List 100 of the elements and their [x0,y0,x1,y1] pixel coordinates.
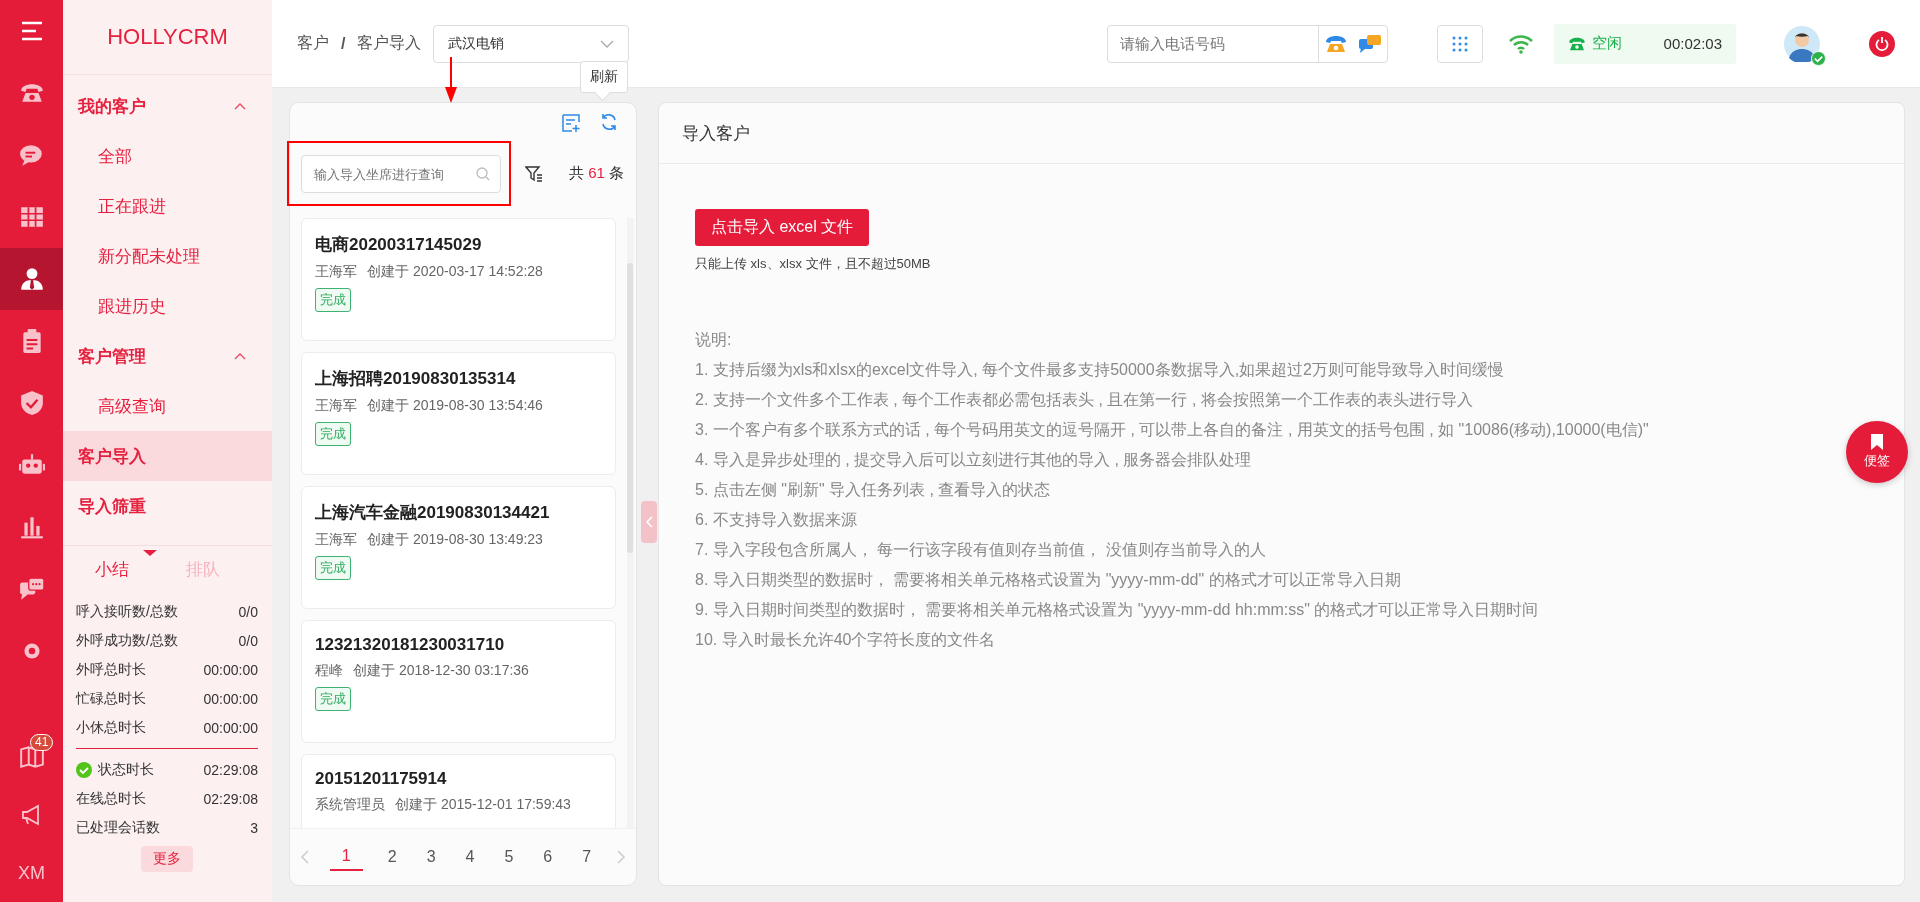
user-avatar[interactable] [1784,25,1820,62]
summary-tab[interactable]: 小结 [84,550,159,587]
task-title: 12321320181230031710 [315,635,505,655]
user-icon [18,266,45,292]
sticky-note-button[interactable]: 便签 [1846,421,1908,483]
phone-icon [1568,36,1586,51]
note-line: 7. 导入字段包含所属人， 每一行该字段有值则存当前值， 没值则存当前导入的人 [695,540,1266,560]
bookmark-icon [1870,434,1884,450]
next-page-icon[interactable] [616,850,627,864]
task-owner: 王海军 [315,531,357,549]
stat-value: 02:29:08 [203,761,258,778]
scrollbar-thumb[interactable] [627,263,633,553]
status-tag: 完成 [315,422,351,446]
task-owner: 系统管理员 [315,796,385,814]
status-label: 空闲 [1592,34,1622,53]
phone-input[interactable]: 请输入电话号码 [1108,25,1319,62]
task-created: 创建于 2020-03-17 14:52:28 [367,263,543,281]
page-number[interactable]: 1 [329,843,363,871]
menu-item[interactable]: 跟进历史 [63,281,272,331]
agent-status[interactable]: 空闲 00:02:03 [1554,23,1736,64]
menu-item[interactable]: 全部 [63,131,272,181]
page-number[interactable]: 5 [499,844,519,870]
task-created: 创建于 2015-12-01 17:59:43 [395,796,571,814]
bar-chart-icon [18,514,45,540]
import-task-card[interactable]: 上海招聘20190830135314 王海军 创建于 2019-08-30 13:54:46 完成 [301,352,616,475]
stat-value: 02:29:08 [203,790,258,807]
page-number[interactable]: 6 [538,844,558,870]
menu-icon [19,21,44,41]
dialpad-button[interactable] [1437,24,1483,63]
dialpad-icon [1452,35,1468,52]
more-button[interactable]: 更多 [141,846,193,872]
add-list-icon[interactable] [562,113,582,133]
menu-item[interactable]: 高级查询 [63,381,272,431]
task-title: 20151201175914 [315,769,447,789]
stat-value: 00:00:00 [203,690,258,707]
note-line: 10. 导入时最长允许40个字符长度的文件名 [695,630,996,650]
upload-hint: 只能上传 xls、xlsx 文件，且不超过50MB [695,255,931,273]
page-number[interactable]: 3 [421,844,441,870]
stat-value: 3 [250,819,258,836]
task-created: 创建于 2019-08-30 13:54:46 [367,397,543,415]
status-tag: 完成 [315,288,351,312]
active-indicator-icon [142,550,157,556]
power-icon [1875,36,1889,51]
note-line: 5. 点击左侧 "刷新" 导入任务列表 , 查看导入的状态 [695,480,1051,500]
phone-field[interactable]: 请输入电话号码 [1107,24,1388,63]
status-tag: 完成 [315,687,351,711]
breadcrumb-item[interactable]: 客户 [297,33,329,54]
menu-item[interactable]: 导入筛重 [63,481,272,531]
menu-item[interactable]: 新分配未处理 [63,231,272,281]
search-field[interactable]: 输入导入坐席进行查询 [301,155,501,193]
note-line: 4. 导入是异步处理的 , 提交导入后可以立刻进行其他的导入 , 服务器会排队处理 [695,450,1252,470]
page-number[interactable]: 7 [577,844,597,870]
stat-value: 00:00:00 [203,661,258,678]
chevron-icon [234,102,246,110]
menu-group[interactable]: 我的客户 [63,81,272,131]
search-input[interactable]: 输入导入坐席进行查询 [312,165,476,183]
collapse-handle[interactable] [641,501,657,543]
chat-bubbles-icon [18,576,45,602]
user-initials[interactable]: XM [0,844,63,902]
chat-icon [18,142,45,168]
logout-button[interactable] [1869,30,1895,57]
menu-item[interactable]: 客户导入 [63,431,272,481]
task-title: 上海招聘20190830135314 [315,368,516,390]
shield-icon [18,390,45,416]
task-owner: 王海军 [315,397,357,415]
task-title: 上海汽车金融20190830134421 [315,502,550,524]
refresh-icon[interactable] [600,113,618,131]
guide-button[interactable]: 41 [0,728,63,786]
nav-rail-item[interactable] [0,248,63,310]
note-line: 6. 不支持导入数据来源 [695,510,857,530]
search-icon [476,167,490,181]
status-timer: 00:02:03 [1663,35,1722,52]
note-line: 8. 导入日期类型的数据时， 需要将相关单元格格式设置为 "yyyy-mm-dd" 的格式才可以正常导入日期 [695,570,1401,590]
stat-label: 外呼总时长 [76,660,146,679]
stat-value: 0/0 [238,632,258,649]
menu-group[interactable]: 客户管理 [63,331,272,381]
import-task-card[interactable]: 20151201175914 系统管理员 创建于 2015-12-01 17:59:43 [301,754,616,828]
panel-title: 导入客户 [659,103,1904,164]
chat-icon [1359,34,1381,53]
task-title: 电商20200317145029 [315,234,482,256]
import-task-card[interactable]: 12321320181230031710 程峰 创建于 2018-12-30 03:17:36 完成 [301,620,616,743]
page-number[interactable]: 4 [460,844,480,870]
chevron-icon [234,352,246,360]
stat-label: 呼入接听数/总数 [76,602,178,621]
stat-label: 已处理会话数 [76,818,160,837]
chevron-down-icon [600,39,615,48]
filter-icon[interactable] [525,164,543,183]
status-tag: 完成 [315,556,351,580]
prev-page-icon[interactable] [299,850,310,864]
import-task-card[interactable]: 电商20200317145029 王海军 创建于 2020-03-17 14:52:28 完成 [301,218,616,341]
upload-button[interactable]: 点击导入 excel 文件 [695,209,870,246]
stat-value: 00:00:00 [203,719,258,736]
page-number[interactable]: 2 [382,844,402,870]
note-line: 1. 支持后缀为xls和xlsx的excel文件导入, 每个文件最多支持50000条数据导入,如果超过2万则可能导致导入时间缓慢 [695,360,1504,380]
stat-label: 在线总时长 [76,789,146,808]
import-task-card[interactable]: 上海汽车金融20190830134421 王海军 创建于 2019-08-30 13:49:23 完成 [301,486,616,609]
wifi-icon [1508,33,1534,54]
breadcrumb-separator: / [341,34,346,53]
menu-item[interactable]: 正在跟进 [63,181,272,231]
task-owner: 程峰 [315,662,343,680]
